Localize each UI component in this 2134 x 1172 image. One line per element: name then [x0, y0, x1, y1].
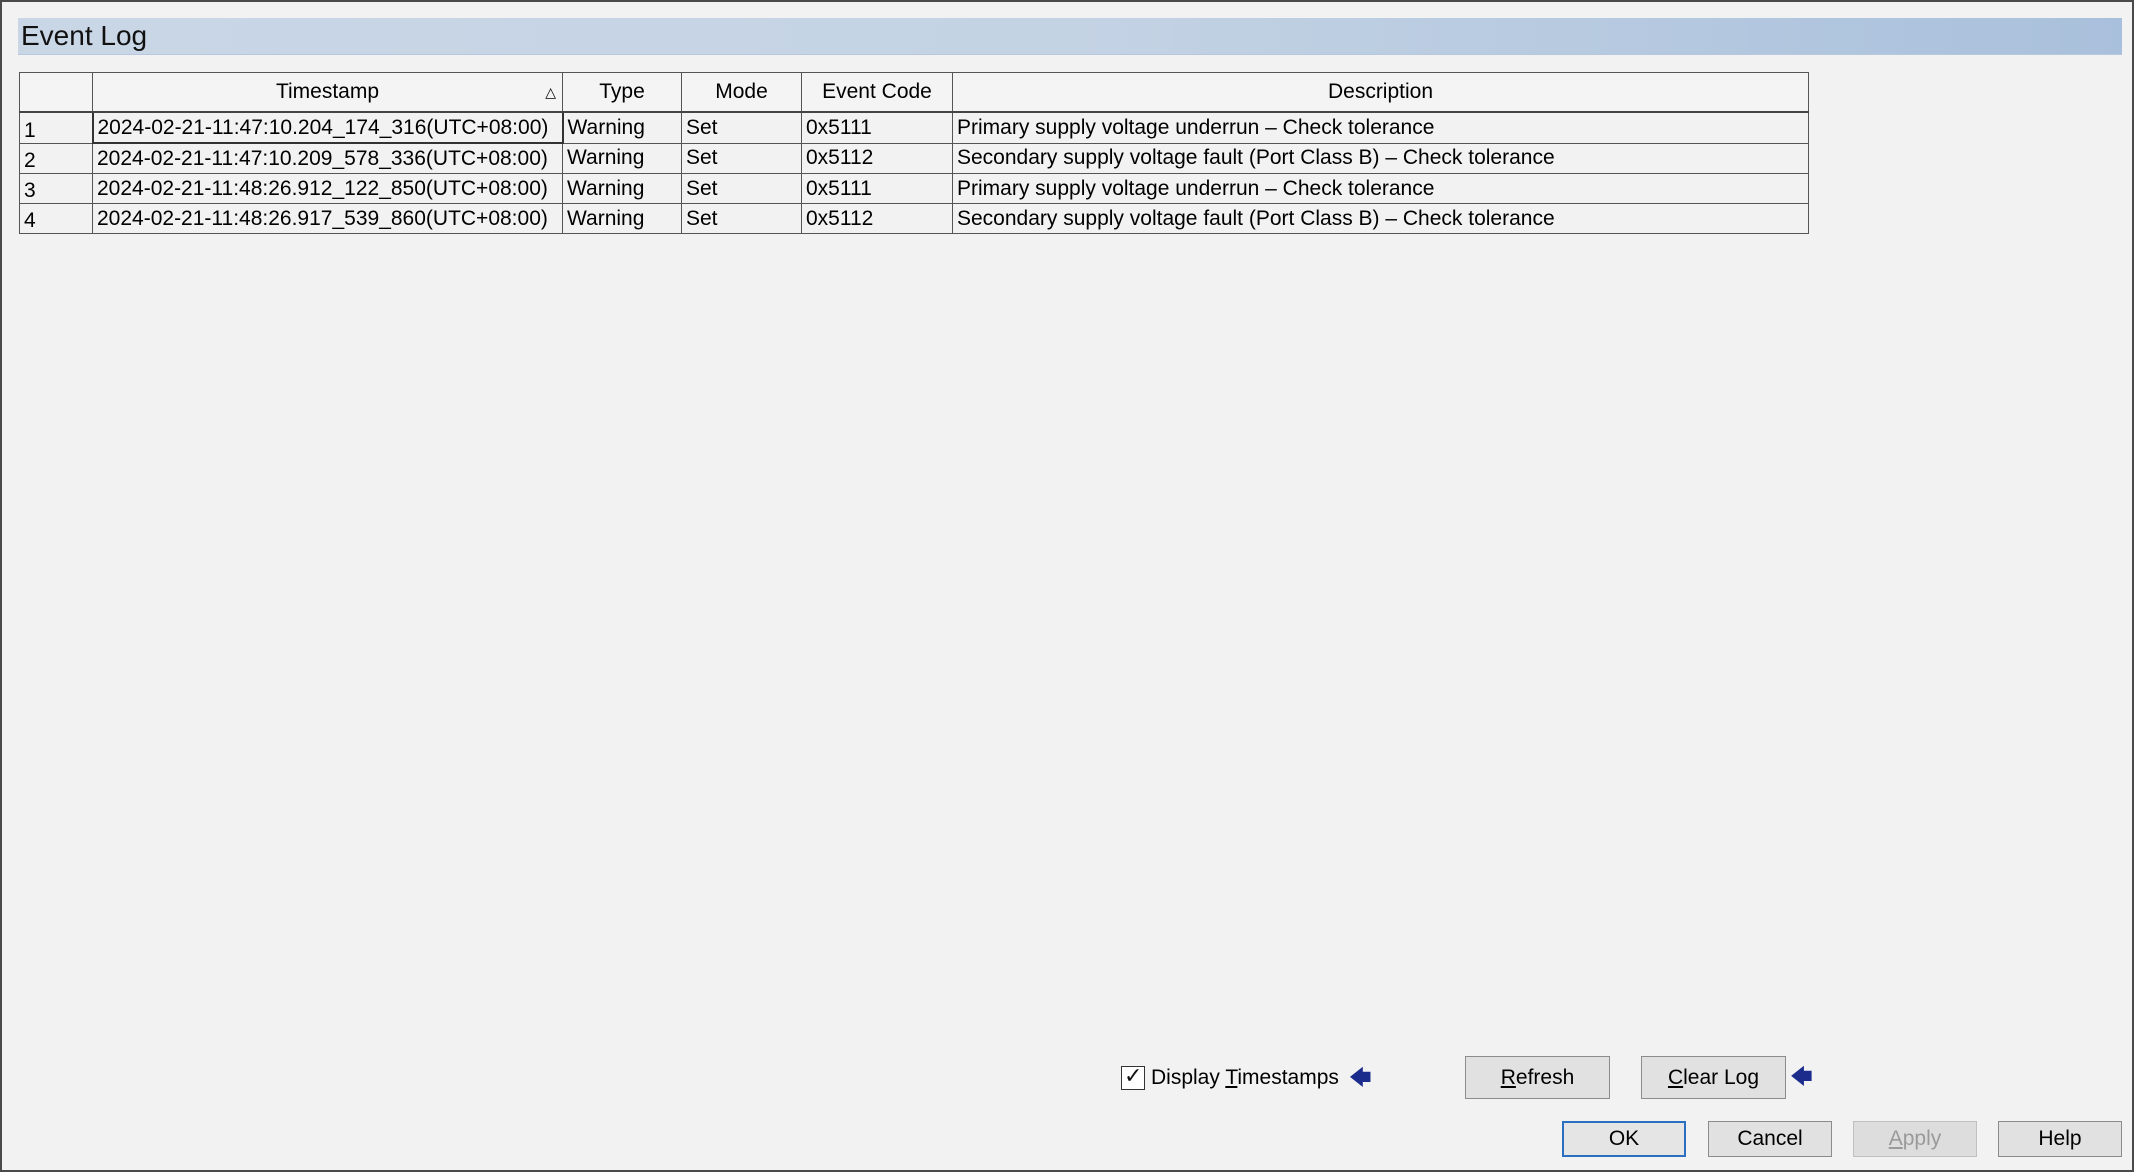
row-number[interactable]: 3 — [19, 173, 93, 204]
dialog-title: Event Log — [21, 20, 148, 51]
column-header-event-code[interactable]: Event Code — [801, 72, 953, 113]
description-cell[interactable]: Primary supply voltage underrun – Check … — [952, 173, 1809, 204]
table-row[interactable]: 2 2024-02-21-11:47:10.209_578_336(UTC+08… — [19, 142, 1809, 174]
label-suffix: imestamps — [1237, 1066, 1339, 1089]
mode-cell[interactable]: Set — [681, 142, 802, 174]
description-cell[interactable]: Secondary supply voltage fault (Port Cla… — [952, 142, 1809, 174]
label-prefix: Display — [1151, 1066, 1226, 1089]
event-code-cell[interactable]: 0x5111 — [801, 173, 953, 204]
type-cell[interactable]: Warning — [562, 173, 682, 204]
column-header-row-number[interactable] — [19, 72, 93, 113]
event-log-dialog: Event Log Timestamp △ Type Mode Event Co… — [0, 0, 2134, 1172]
column-header-description[interactable]: Description — [952, 72, 1809, 113]
event-code-cell[interactable]: 0x5112 — [801, 203, 953, 234]
button-accelerator: C — [1667, 1065, 1684, 1089]
display-timestamps-option[interactable]: ✓ Display Timestamps 🡄 — [1121, 1058, 1372, 1098]
event-log-table: Timestamp △ Type Mode Event Code Descrip… — [19, 72, 1809, 234]
row-number[interactable]: 2 — [19, 142, 93, 174]
sort-ascending-icon: △ — [545, 84, 556, 100]
arrow-left-icon: 🡄 — [1790, 1064, 1813, 1089]
timestamp-cell[interactable]: 2024-02-21-11:48:26.917_539_860(UTC+08:0… — [92, 203, 563, 234]
column-header-timestamp[interactable]: Timestamp △ — [92, 72, 563, 113]
column-header-label: Timestamp — [275, 80, 380, 103]
label-accelerator: T — [1225, 1066, 1238, 1089]
table-row[interactable]: 4 2024-02-21-11:48:26.917_539_860(UTC+08… — [19, 203, 1809, 234]
column-header-mode[interactable]: Mode — [681, 72, 802, 113]
row-number[interactable]: 4 — [19, 203, 93, 234]
button-label: efresh — [1515, 1065, 1575, 1089]
cancel-button[interactable]: Cancel — [1708, 1121, 1832, 1157]
column-header-type[interactable]: Type — [562, 72, 682, 113]
refresh-button[interactable]: Refresh — [1465, 1056, 1610, 1099]
event-code-cell[interactable]: 0x5112 — [801, 142, 953, 174]
button-label: pply — [1902, 1127, 1942, 1150]
help-button[interactable]: Help — [1998, 1121, 2122, 1157]
button-accelerator: A — [1888, 1127, 1903, 1150]
display-timestamps-checkbox[interactable]: ✓ — [1121, 1063, 1145, 1090]
checkmark-icon: ✓ — [1124, 1063, 1143, 1088]
type-cell[interactable]: Warning — [562, 111, 682, 144]
description-cell[interactable]: Secondary supply voltage fault (Port Cla… — [952, 203, 1809, 234]
row-number[interactable]: 1 — [19, 111, 93, 144]
timestamp-cell[interactable]: 2024-02-21-11:47:10.209_578_336(UTC+08:0… — [92, 142, 563, 174]
button-accelerator: R — [1500, 1065, 1516, 1089]
ok-button[interactable]: OK — [1562, 1121, 1686, 1157]
mode-cell[interactable]: Set — [681, 173, 802, 204]
mode-cell[interactable]: Set — [681, 203, 802, 234]
display-timestamps-label[interactable]: Display Timestamps — [1151, 1066, 1339, 1090]
arrow-left-icon: 🡄 — [1348, 1065, 1372, 1090]
table-header-row: Timestamp △ Type Mode Event Code Descrip… — [19, 72, 1809, 113]
table-row[interactable]: 1 2024-02-21-11:47:10.204_174_316(UTC+08… — [19, 111, 1809, 144]
clear-log-button[interactable]: Clear Log — [1641, 1056, 1786, 1099]
type-cell[interactable]: Warning — [562, 203, 682, 234]
button-label: lear Log — [1683, 1065, 1760, 1089]
event-code-cell[interactable]: 0x5111 — [801, 111, 953, 144]
apply-button[interactable]: Apply — [1853, 1121, 1977, 1157]
title-bar: Event Log — [18, 18, 2122, 55]
timestamp-cell[interactable]: 2024-02-21-11:47:10.204_174_316(UTC+08:0… — [91, 111, 564, 144]
table-row[interactable]: 3 2024-02-21-11:48:26.912_122_850(UTC+08… — [19, 173, 1809, 204]
mode-cell[interactable]: Set — [681, 111, 802, 144]
description-cell[interactable]: Primary supply voltage underrun – Check … — [952, 111, 1809, 144]
timestamp-cell[interactable]: 2024-02-21-11:48:26.912_122_850(UTC+08:0… — [92, 173, 563, 204]
type-cell[interactable]: Warning — [562, 142, 682, 174]
